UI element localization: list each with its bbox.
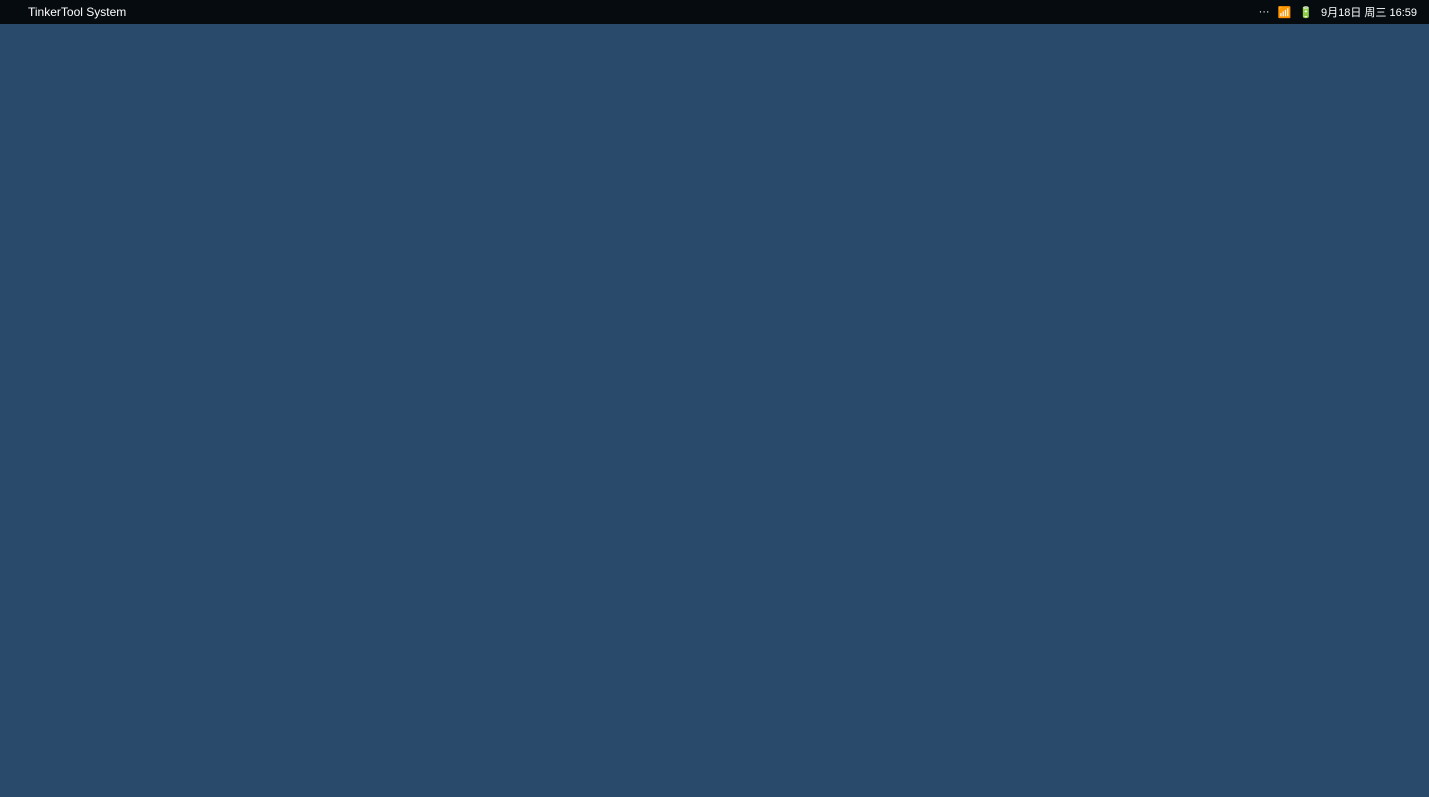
topbar-datetime: 9月18日 周三 16:59 xyxy=(1321,4,1417,20)
topbar-left: TinkerTool System xyxy=(12,5,126,19)
topbar-app-name: TinkerTool System xyxy=(28,5,126,19)
topbar-battery-icon: 🔋 xyxy=(1299,6,1313,19)
topbar-wifi-icon: 📶 xyxy=(1278,6,1292,19)
topbar-right: ··· 📶 🔋 9月18日 周三 16:59 xyxy=(1259,4,1417,20)
macos-topbar: TinkerTool System ··· 📶 🔋 9月18日 周三 16:59 xyxy=(0,0,1429,24)
topbar-dots: ··· xyxy=(1259,6,1270,18)
